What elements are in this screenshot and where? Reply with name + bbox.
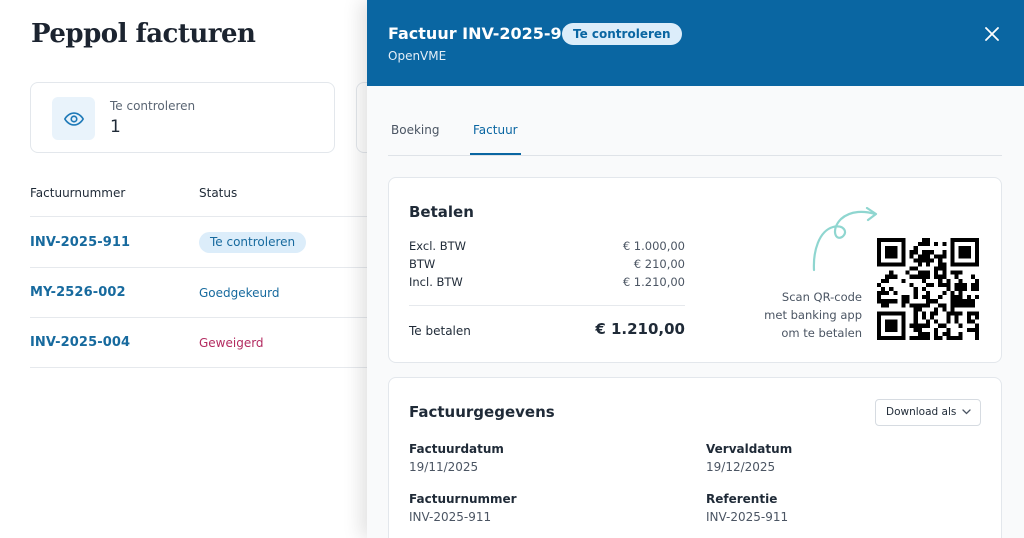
qr-code xyxy=(877,238,979,340)
close-button[interactable] xyxy=(981,23,1003,45)
eye-icon xyxy=(63,111,84,126)
tab-factuur[interactable]: Factuur xyxy=(473,123,518,137)
total-label: Te betalen xyxy=(409,324,471,338)
tab-boeking[interactable]: Boeking xyxy=(391,123,439,137)
close-icon xyxy=(985,27,999,41)
drawer-header: Factuur INV-2025-911 Te controleren Open… xyxy=(367,0,1024,86)
field-label: Factuurnummer xyxy=(409,492,517,506)
field-value: INV-2025-911 xyxy=(706,510,789,524)
chevron-down-icon xyxy=(962,409,971,415)
field-value: INV-2025-911 xyxy=(409,510,492,524)
supplier-name: OpenVME xyxy=(388,49,447,63)
invoice-drawer: Factuur INV-2025-911 Te controleren Open… xyxy=(367,0,1024,538)
stat-card-to-review[interactable]: Te controleren 1 xyxy=(30,82,335,153)
stat-value: 1 xyxy=(110,117,121,137)
details-title: Factuurgegevens xyxy=(409,403,555,421)
field-label: Factuurdatum xyxy=(409,442,504,456)
page-title: Peppol facturen xyxy=(31,19,256,49)
column-header-number[interactable]: Factuurnummer xyxy=(30,186,125,200)
invoice-details-card: Factuurgegevens Download als Factuurdatu… xyxy=(388,377,1002,538)
amount-value: € 210,00 xyxy=(633,257,685,271)
status-approved: Goedgekeurd xyxy=(199,286,280,300)
payment-card: Betalen Excl. BTW € 1.000,00 BTW € 210,0… xyxy=(388,177,1002,363)
active-tab-indicator xyxy=(470,153,521,155)
drawer-tabs: Boeking Factuur xyxy=(388,114,1002,156)
field-label: Referentie xyxy=(706,492,778,506)
payment-title: Betalen xyxy=(409,203,474,221)
drawer-title: Factuur INV-2025-911 xyxy=(388,24,584,43)
qr-instructions: Scan QR-code met banking app om te betal… xyxy=(749,288,862,342)
row-divider xyxy=(30,216,370,217)
field-label: Vervaldatum xyxy=(706,442,793,456)
status-badge: Te controleren xyxy=(562,23,682,45)
invoice-link[interactable]: MY-2526-002 xyxy=(30,285,126,300)
divider xyxy=(409,305,685,306)
row-divider xyxy=(30,317,370,318)
amount-label: Incl. BTW xyxy=(409,275,463,289)
download-dropdown[interactable]: Download als xyxy=(875,399,981,426)
stat-icon-box xyxy=(52,97,95,140)
qr-text-line: met banking app xyxy=(764,308,862,322)
download-label: Download als xyxy=(886,406,957,418)
stat-label: Te controleren xyxy=(110,99,196,113)
qr-text-line: Scan QR-code xyxy=(781,290,862,304)
amount-label: BTW xyxy=(409,257,436,271)
invoice-link[interactable]: INV-2025-911 xyxy=(30,235,130,250)
row-divider xyxy=(30,267,370,268)
field-value: 19/12/2025 xyxy=(706,460,776,474)
total-value: € 1.210,00 xyxy=(595,320,685,338)
status-rejected: Geweigerd xyxy=(199,336,264,350)
amount-value: € 1.210,00 xyxy=(622,275,685,289)
field-value: 19/11/2025 xyxy=(409,460,479,474)
amount-label: Excl. BTW xyxy=(409,239,466,253)
invoice-link[interactable]: INV-2025-004 xyxy=(30,335,130,350)
amount-value: € 1.000,00 xyxy=(622,239,685,253)
arrow-doodle-icon xyxy=(812,207,878,272)
qr-text-line: om te betalen xyxy=(781,326,862,340)
row-divider xyxy=(30,367,370,368)
column-header-status[interactable]: Status xyxy=(199,186,237,200)
status-badge-review: Te controleren xyxy=(199,232,307,253)
